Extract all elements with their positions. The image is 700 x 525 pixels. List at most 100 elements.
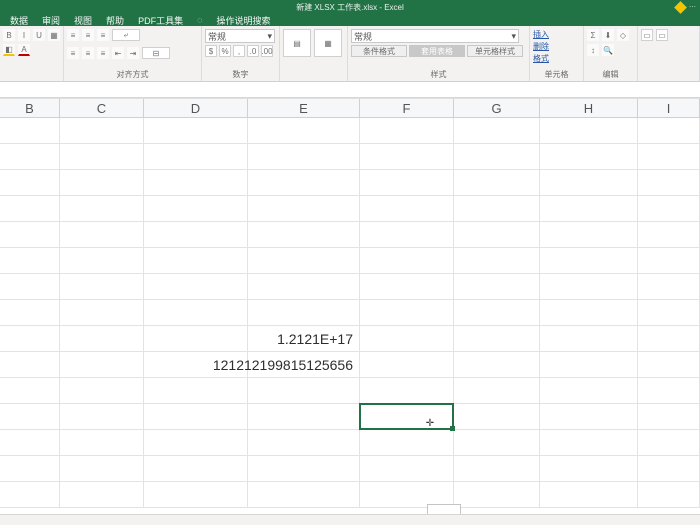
cell[interactable] <box>248 300 360 326</box>
cell[interactable] <box>144 144 248 170</box>
align-mid-button[interactable]: ≡ <box>82 29 94 41</box>
cell[interactable] <box>144 404 248 430</box>
cell[interactable] <box>638 326 700 352</box>
cell[interactable] <box>360 144 454 170</box>
cell[interactable] <box>540 196 638 222</box>
merge-center-button[interactable]: ⊟ <box>142 47 170 59</box>
cell[interactable] <box>454 326 540 352</box>
insert-link[interactable]: 插入 <box>533 29 549 40</box>
style-cf-button[interactable]: 条件格式 <box>351 45 407 57</box>
cell[interactable] <box>60 482 144 508</box>
col-header-B[interactable]: B <box>0 99 60 117</box>
cell[interactable] <box>144 430 248 456</box>
col-header-G[interactable]: G <box>454 99 540 117</box>
cell[interactable] <box>144 482 248 508</box>
cell[interactable] <box>144 222 248 248</box>
cell[interactable] <box>248 404 360 430</box>
cell[interactable] <box>0 456 60 482</box>
cell[interactable] <box>454 274 540 300</box>
cell[interactable] <box>144 456 248 482</box>
cell[interactable] <box>144 378 248 404</box>
cell[interactable] <box>60 326 144 352</box>
cell[interactable] <box>540 352 638 378</box>
delete-link[interactable]: 删除 <box>533 41 549 52</box>
cell[interactable] <box>60 352 144 378</box>
cell[interactable] <box>638 430 700 456</box>
percent-button[interactable]: % <box>219 45 231 57</box>
cell[interactable] <box>60 274 144 300</box>
cell[interactable] <box>60 248 144 274</box>
clear-button[interactable]: ◇ <box>617 29 629 41</box>
col-header-F[interactable]: F <box>360 99 454 117</box>
cell[interactable] <box>638 352 700 378</box>
cell[interactable] <box>454 144 540 170</box>
cell[interactable] <box>0 118 60 144</box>
cell[interactable] <box>454 430 540 456</box>
cell[interactable] <box>0 196 60 222</box>
cell[interactable] <box>60 456 144 482</box>
cell[interactable] <box>0 326 60 352</box>
inc-decimal-button[interactable]: .0 <box>247 45 259 57</box>
italic-button[interactable]: I <box>18 29 30 41</box>
cell[interactable] <box>454 352 540 378</box>
cell[interactable] <box>248 456 360 482</box>
cell[interactable] <box>638 482 700 508</box>
indent-inc-button[interactable]: ⇥ <box>127 47 139 59</box>
cell[interactable] <box>144 196 248 222</box>
cell[interactable] <box>144 274 248 300</box>
trailing-btn-1[interactable]: ▭ <box>641 29 653 41</box>
fill-color-button[interactable]: ◧ <box>3 44 15 56</box>
cell[interactable] <box>540 404 638 430</box>
cell[interactable] <box>454 222 540 248</box>
cell[interactable] <box>248 170 360 196</box>
cell[interactable] <box>540 482 638 508</box>
active-cell[interactable] <box>359 403 454 430</box>
cell[interactable] <box>248 378 360 404</box>
cell[interactable] <box>638 196 700 222</box>
cell[interactable] <box>0 300 60 326</box>
cell[interactable] <box>0 248 60 274</box>
currency-button[interactable]: $ <box>205 45 217 57</box>
menu-item-data[interactable]: 数据 <box>10 14 28 27</box>
cell[interactable] <box>540 222 638 248</box>
cell[interactable] <box>60 170 144 196</box>
menu-item-pdf[interactable]: PDF工具集 <box>138 14 183 27</box>
cell[interactable] <box>60 118 144 144</box>
cell[interactable] <box>60 300 144 326</box>
col-header-D[interactable]: D <box>144 99 248 117</box>
cell[interactable] <box>540 170 638 196</box>
style-cell-button[interactable]: 单元格样式 <box>467 45 523 57</box>
align-left-button[interactable]: ≡ <box>67 47 79 59</box>
style-table-button[interactable]: 套用表格 <box>409 45 465 57</box>
menu-item-view[interactable]: 视图 <box>74 14 92 27</box>
cell[interactable] <box>540 456 638 482</box>
cell[interactable] <box>360 378 454 404</box>
cell[interactable] <box>248 222 360 248</box>
align-bot-button[interactable]: ≡ <box>97 29 109 41</box>
fill-handle[interactable] <box>450 426 455 431</box>
cell[interactable] <box>60 404 144 430</box>
format-link[interactable]: 格式 <box>533 53 549 64</box>
cell[interactable] <box>60 196 144 222</box>
sort-button[interactable]: ↕ <box>587 44 599 56</box>
autosum-button[interactable]: Σ <box>587 29 599 41</box>
menu-item-tellme[interactable]: 操作说明搜索 <box>216 14 270 27</box>
cell[interactable] <box>638 144 700 170</box>
col-header-H[interactable]: H <box>540 99 638 117</box>
cell[interactable] <box>360 196 454 222</box>
cell[interactable] <box>540 326 638 352</box>
cell[interactable] <box>540 144 638 170</box>
cell[interactable] <box>540 274 638 300</box>
cell[interactable] <box>144 326 248 352</box>
comma-button[interactable]: , <box>233 45 245 57</box>
cell[interactable] <box>60 378 144 404</box>
underline-button[interactable]: U <box>33 29 45 41</box>
menu-item-help[interactable]: 帮助 <box>106 14 124 27</box>
cell[interactable] <box>360 222 454 248</box>
cell[interactable] <box>360 248 454 274</box>
cell[interactable] <box>360 352 454 378</box>
cell[interactable] <box>0 144 60 170</box>
styles-dropdown[interactable]: 常规 ▾ <box>351 29 519 43</box>
cell[interactable] <box>454 300 540 326</box>
cell[interactable] <box>248 196 360 222</box>
